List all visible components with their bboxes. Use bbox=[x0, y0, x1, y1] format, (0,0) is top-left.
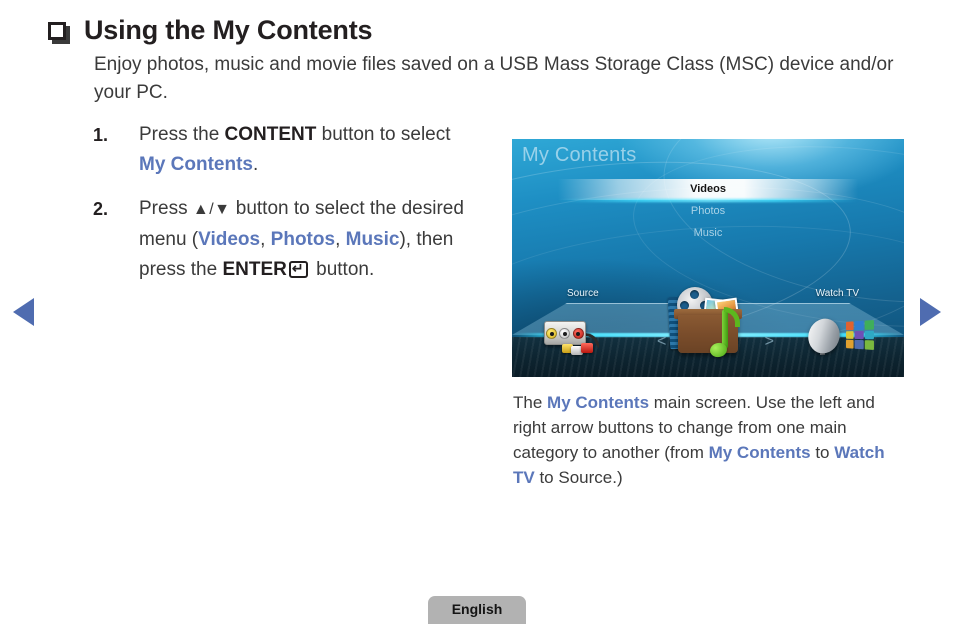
list-item: 1. Press the CONTENT button to select My… bbox=[93, 120, 493, 180]
highlight-term: My Contents bbox=[547, 393, 650, 412]
list-item: 2. Press ▲/▼ button to select the desire… bbox=[93, 194, 493, 285]
channel-tile bbox=[864, 330, 874, 340]
channel-tile bbox=[846, 330, 854, 340]
language-tab[interactable]: English bbox=[428, 596, 526, 624]
step-text: Press ▲/▼ button to select the desired m… bbox=[139, 194, 479, 285]
tv-menu-item-photos[interactable]: Photos bbox=[512, 201, 904, 222]
channel-tile bbox=[864, 319, 874, 330]
square-bullet-icon bbox=[48, 22, 70, 44]
body-text: . bbox=[253, 154, 259, 175]
intro-paragraph: Enjoy photos, music and movie files save… bbox=[94, 54, 894, 103]
music-note-icon bbox=[708, 307, 740, 359]
channel-tiles bbox=[846, 319, 874, 351]
highlight-term: My Contents bbox=[139, 154, 253, 175]
highlight-term: My Contents bbox=[708, 443, 811, 462]
satellite-dish-icon[interactable] bbox=[806, 315, 874, 357]
enter-key-icon: ↵ bbox=[288, 260, 311, 278]
step-text: Press the CONTENT button to select My Co… bbox=[139, 120, 479, 180]
steps-list: 1. Press the CONTENT button to select My… bbox=[93, 120, 493, 299]
tv-shelf-label-watch-tv: Watch TV bbox=[815, 288, 859, 299]
step-number: 1. bbox=[93, 125, 109, 145]
channel-tile bbox=[846, 321, 854, 331]
channel-tile bbox=[846, 339, 854, 349]
prev-page-arrow-icon[interactable] bbox=[13, 298, 34, 326]
step-number: 2. bbox=[93, 199, 109, 219]
page-heading-row: Using the My Contents bbox=[48, 15, 373, 46]
tv-menu-item-music[interactable]: Music bbox=[512, 223, 904, 244]
body-text: to bbox=[810, 443, 835, 462]
tv-nav-left-icon[interactable]: < bbox=[657, 333, 666, 351]
body-text: button. bbox=[310, 259, 375, 280]
body-text: button to select bbox=[316, 124, 451, 145]
body-text: , bbox=[335, 229, 346, 250]
emphasis-text: ENTER bbox=[222, 259, 287, 280]
figure-caption: The My Contents main screen. Use the lef… bbox=[513, 390, 898, 490]
channel-tile bbox=[864, 340, 874, 351]
tv-shelf-label-source: Source bbox=[567, 288, 599, 299]
body-text: , bbox=[260, 229, 271, 250]
manual-page: Using the My Contents Enjoy photos, musi… bbox=[0, 0, 954, 624]
body-text: Press the bbox=[139, 124, 225, 145]
next-page-arrow-icon[interactable] bbox=[920, 298, 941, 326]
body-text: The bbox=[513, 393, 548, 412]
tv-nav-right-icon[interactable]: > bbox=[765, 333, 774, 351]
rca-source-icon[interactable] bbox=[544, 321, 606, 355]
body-text: Press bbox=[139, 198, 193, 219]
media-box-icon[interactable] bbox=[666, 275, 750, 359]
tv-menu-item-label: Photos bbox=[690, 205, 726, 217]
page-title: Using the My Contents bbox=[84, 15, 373, 45]
tv-screen-heading: My Contents bbox=[522, 144, 637, 166]
channel-tile bbox=[854, 320, 864, 330]
channel-tile bbox=[854, 340, 864, 350]
highlight-term: Videos bbox=[198, 229, 261, 250]
highlight-term: Music bbox=[345, 229, 400, 250]
tv-menu-item-label: Videos bbox=[690, 183, 726, 195]
body-text: to Source.) bbox=[534, 468, 623, 487]
highlight-term: Photos bbox=[270, 229, 336, 250]
tv-menu-item-label: Music bbox=[693, 227, 723, 239]
emphasis-text: CONTENT bbox=[224, 124, 317, 145]
channel-tile bbox=[854, 330, 864, 340]
tv-menu-item-videos[interactable]: Videos bbox=[512, 179, 904, 200]
tv-screen-screenshot: My Contents Videos Photos Music Source W… bbox=[512, 139, 904, 377]
updown-arrow-glyph: ▲/▼ bbox=[192, 201, 231, 218]
tv-menu-list: Videos Photos Music bbox=[512, 179, 904, 245]
